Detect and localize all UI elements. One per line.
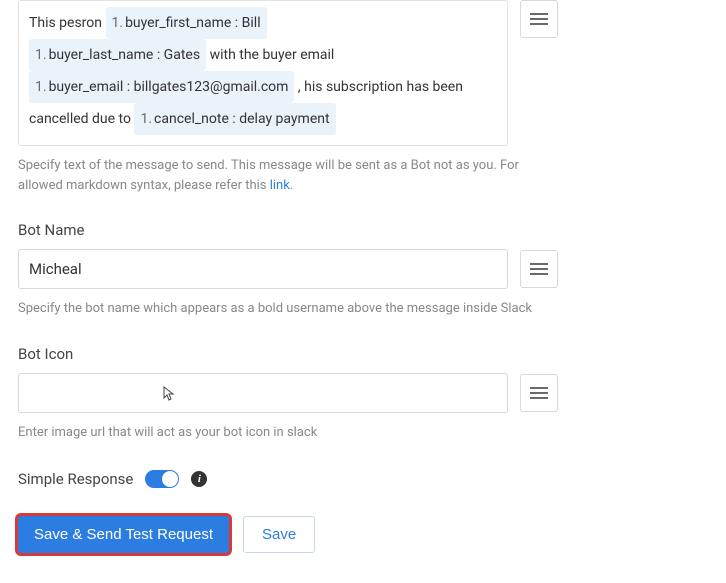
save-send-test-button[interactable]: Save & Send Test Request — [18, 516, 229, 553]
variable-token-cancel-note[interactable]: 1.cancel_note : delay payment — [134, 103, 335, 135]
info-icon[interactable]: i — [191, 471, 207, 487]
boticon-options-button[interactable] — [520, 374, 558, 412]
message-text: This pesron — [29, 15, 102, 31]
variable-token-first-name[interactable]: 1.buyer_first_name : Bill — [106, 7, 267, 39]
boticon-label: Bot Icon — [18, 345, 708, 363]
message-options-button[interactable] — [520, 0, 558, 38]
markdown-link[interactable]: link — [270, 178, 290, 193]
botname-help-text: Specify the bot name which appears as a … — [18, 299, 538, 319]
message-help-text: Specify text of the message to send. Thi… — [18, 156, 538, 195]
simple-response-toggle[interactable] — [145, 470, 179, 488]
message-text: with the buyer email — [210, 47, 335, 63]
botname-input[interactable] — [18, 249, 508, 289]
botname-label: Bot Name — [18, 221, 708, 239]
boticon-help-text: Enter image url that will act as your bo… — [18, 423, 538, 443]
save-button[interactable]: Save — [243, 516, 315, 553]
variable-token-last-name[interactable]: 1.buyer_last_name : Gates — [29, 39, 206, 71]
boticon-input[interactable] — [18, 373, 508, 413]
message-template-box[interactable]: This pesron 1.buyer_first_name : Bill 1.… — [18, 0, 508, 146]
simple-response-label: Simple Response — [18, 470, 133, 488]
botname-options-button[interactable] — [520, 250, 558, 288]
variable-token-email[interactable]: 1.buyer_email : billgates123@gmail.com — [29, 71, 294, 103]
